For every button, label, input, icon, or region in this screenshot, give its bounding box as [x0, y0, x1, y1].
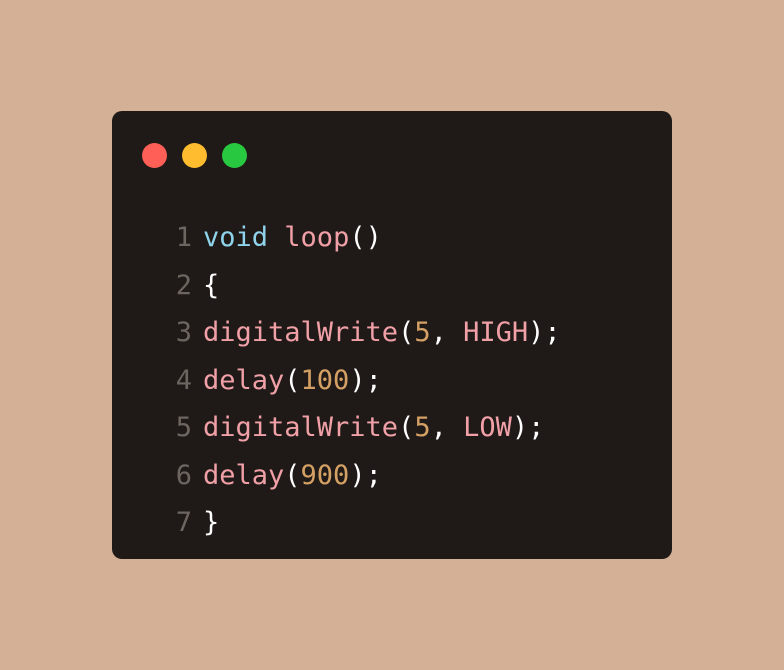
line-number: 3 [175, 317, 192, 348]
code-token: { [203, 269, 220, 301]
code-token: digitalWrite [203, 412, 399, 443]
code-line: 7} [162, 499, 561, 547]
code-token: ( [284, 364, 301, 396]
zoom-button[interactable] [222, 143, 247, 168]
code-token: ); [349, 459, 382, 491]
line-number: 1 [175, 222, 192, 253]
code-token: ( [398, 412, 415, 443]
code-token: void [203, 222, 269, 253]
line-number: 2 [175, 269, 192, 301]
line-number: 7 [175, 507, 192, 538]
line-number: 4 [175, 364, 192, 396]
code-token: 5 [414, 317, 431, 348]
code-token: 5 [414, 412, 431, 443]
code-line: 4 delay(100); [162, 357, 561, 405]
code-line: 1 void loop() [162, 214, 561, 262]
code-line: 3 digitalWrite(5, HIGH); [162, 309, 561, 357]
code-token: , [430, 317, 464, 348]
code-token: 900 [300, 459, 350, 491]
code-line: 2{ [162, 262, 561, 310]
code-token: } [203, 507, 220, 538]
code-window: 1 void loop() 2{3 digitalWrite(5, HIGH); 4 de… [112, 111, 672, 559]
code-block: 1 void loop() 2{3 digitalWrite(5, HIGH); 4 de… [162, 214, 561, 547]
line-number: 6 [175, 459, 192, 491]
code-token: delay [203, 459, 285, 491]
window-controls [142, 143, 247, 168]
code-token: () [349, 222, 382, 253]
code-token: loop [284, 222, 350, 253]
code-token: , [430, 412, 464, 443]
code-token: ( [284, 459, 301, 491]
code-token: ( [398, 317, 415, 348]
line-number: 5 [175, 412, 192, 443]
code-token: HIGH [463, 317, 529, 348]
code-token: ); [528, 317, 561, 348]
code-token: 100 [300, 364, 350, 396]
code-token: digitalWrite [203, 317, 399, 348]
code-line: 5 digitalWrite(5, LOW); [162, 404, 561, 452]
code-line: 6 delay(900); [162, 452, 561, 500]
code-token: delay [203, 364, 285, 396]
code-token: ); [511, 412, 545, 443]
minimize-button[interactable] [182, 143, 207, 168]
code-token: LOW [463, 412, 512, 443]
code-token: ); [349, 364, 382, 396]
close-button[interactable] [142, 143, 167, 168]
